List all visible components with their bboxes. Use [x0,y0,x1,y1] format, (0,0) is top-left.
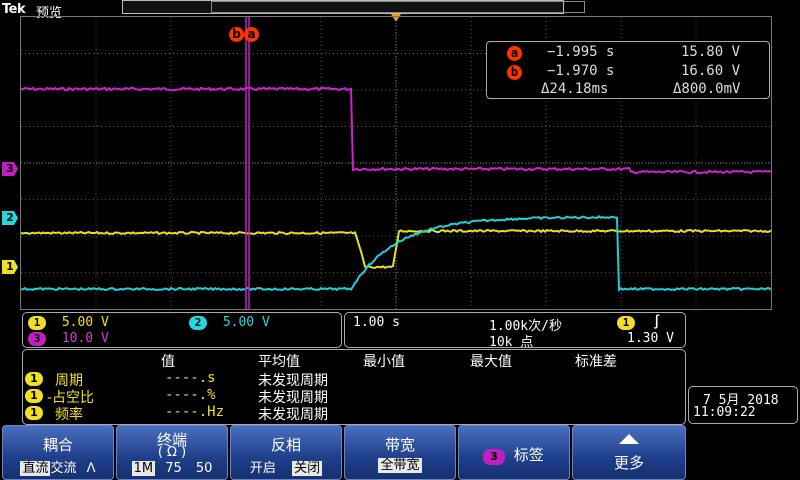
cursor-b-handle[interactable]: b [229,27,244,42]
brand-logo: Tek [2,2,26,17]
measure-header-value: 值 [161,354,175,370]
invert-on-option[interactable]: 开启 [250,461,276,476]
trigger-level: 1.30 V [627,331,674,346]
termination-50-option[interactable]: 50 [196,461,213,476]
waveform-channel-3 [20,86,772,175]
measure-header-mean: 平均值 [258,354,300,370]
cursor-a-handle[interactable]: a [244,27,259,42]
trigger-source[interactable]: 1 ∫ [617,315,661,330]
measure-value: ----.s [165,370,216,386]
timebase-scale: 1.00 s [353,315,400,330]
coupling-button[interactable]: 耦合 直流 交流 ⴷ [2,425,114,480]
channel-3-scale-value: 10.0 V [61,331,109,346]
channel-3-scale[interactable]: 3 10.0 V [28,331,109,346]
termination-button[interactable]: 终端 ( Ω ) 1M 75 50 [116,425,228,480]
channel-1-badge: 1 [28,316,46,330]
more-button[interactable]: 更多 [572,425,686,480]
cursor-b-value: 16.60 V [681,63,741,79]
trigger-channel-badge: 1 [617,316,635,330]
table-row[interactable]: 1 -占空比 ----.% 未发现周期 [25,387,675,406]
coupling-dc-option[interactable]: 直流 [20,461,51,476]
channel-2-marker[interactable]: 2 [2,211,18,225]
bandwidth-title: 带宽 [384,436,415,454]
bandwidth-button[interactable]: 带宽 全带宽 [344,425,456,480]
channel-3-marker[interactable]: 3 [2,162,18,176]
measure-channel-badge: 1 [25,389,43,403]
channel-scale-panel[interactable]: 1 5.00 V 2 5.00 V 3 10.0 V [22,312,342,348]
cursor-b-label-icon: b [507,65,522,80]
measure-value: ----.Hz [165,404,225,420]
time-display: 11:09:22 [693,405,756,420]
label-channel-badge: 3 [483,449,505,465]
measure-channel-badge: 1 [25,372,43,386]
channel-3-badge: 3 [28,332,46,346]
more-title: 更多 [613,454,644,472]
channel-2-scale[interactable]: 2 5.00 V [189,315,270,330]
termination-unit: ( Ω ) [157,445,187,460]
measure-header-max: 最大值 [470,354,512,370]
invert-title: 反相 [270,436,301,454]
table-row[interactable]: 1 周期 ----.s 未发现周期 [25,370,675,389]
invert-button[interactable]: 反相 开启 关闭 [230,425,342,480]
measure-value: ----.% [165,387,216,403]
record-view-window [211,1,585,13]
channel-1-scale-value: 5.00 V [61,315,109,330]
cursor-a-time: −1.995 s [547,44,615,60]
channel-1-marker[interactable]: 1 [2,260,18,274]
measure-status: 未发现周期 [258,407,328,423]
label-title: 标签 [513,446,544,464]
channel-2-scale-value: 5.00 V [222,315,270,330]
cursor-a-value: 15.80 V [681,44,741,60]
cursor-handles[interactable]: ba [229,23,259,42]
measure-name: 频率 [55,407,83,423]
table-row[interactable]: 1 频率 ----.Hz 未发现周期 [25,404,675,423]
termination-75-option[interactable]: 75 [165,461,182,476]
measure-header-stddev: 标准差 [575,354,617,370]
cursor-delta-value: Δ800.0mV [673,81,741,97]
measure-channel-badge: 1 [25,406,43,420]
invert-off-option[interactable]: 关闭 [292,461,323,476]
measurement-panel: 值 平均值 最小值 最大值 标准差 1 周期 ----.s 未发现周期 1 -占… [22,349,686,425]
channel-1-scale[interactable]: 1 5.00 V [28,315,109,330]
cursor-a-label-icon: a [507,46,522,61]
label-button[interactable]: 3 标签 [458,425,570,480]
datetime-panel: 7 5月 2018 11:09:22 [688,386,798,424]
cursor-b-time: −1.970 s [547,63,615,79]
coupling-title: 耦合 [42,436,73,454]
cursor-readout: a −1.995 s 15.80 V b −1.970 s 16.60 V Δ2… [486,41,770,99]
rising-edge-icon: ∫ [652,315,661,330]
coupling-ac-option[interactable]: 交流 [50,461,76,476]
cursor-delta-time: Δ24.18ms [541,81,609,97]
record-length: 10k 点 [489,335,534,350]
channel-2-badge: 2 [189,316,207,330]
bandwidth-full-option[interactable]: 全带宽 [378,458,422,473]
termination-1m-option[interactable]: 1M [131,461,156,476]
chevron-up-icon [619,434,639,444]
ground-icon[interactable]: ⴷ [87,461,96,476]
measure-header-min: 最小值 [363,354,405,370]
timebase-panel[interactable]: 1.00 s 1.00k次/秒 10k 点 1 ∫ 1.30 V [344,312,686,350]
